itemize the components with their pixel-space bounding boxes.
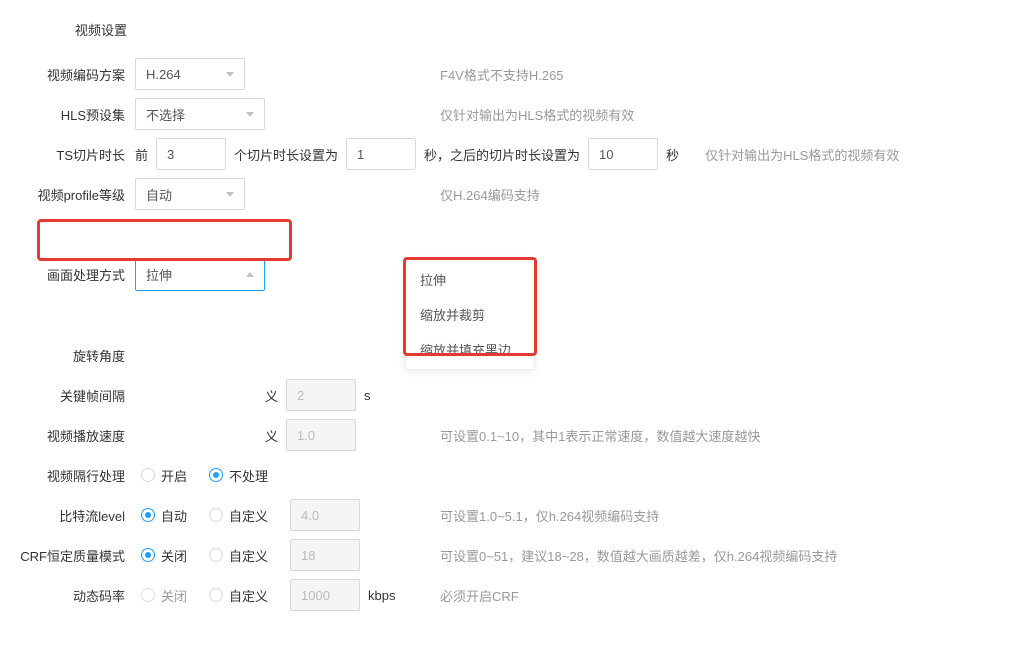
row-speed: 视频播放速度 义 可设置0.1~10，其中1表示正常速度，数值越大速度越快: [0, 416, 1024, 454]
hint-ts: 仅针对输出为HLS格式的视频有效: [705, 145, 899, 164]
select-codec-value: H.264: [146, 67, 181, 82]
chevron-down-icon: [226, 192, 234, 197]
select-screen[interactable]: 拉伸: [135, 259, 265, 291]
row-level: 比特流level 自动 自定义 可设置1.0~5.1，仅h.264视频编码支持: [0, 496, 1024, 534]
radio-label: 自定义: [229, 506, 268, 525]
select-screen-value: 拉伸: [146, 265, 172, 284]
hint-profile: 仅H.264编码支持: [440, 185, 540, 204]
row-screen: 画面处理方式 拉伸 拉伸 缩放并裁剪 缩放并填充黑边: [0, 219, 1024, 330]
ts-t2: 个切片时长设置为: [234, 145, 338, 164]
ts-t3: 秒，之后的切片时长设置为: [424, 145, 580, 164]
hint-crf: 可设置0~51，建议18~28，数值越大画质越差，仅h.264视频编码支持: [440, 546, 837, 565]
hint-level: 可设置1.0~5.1，仅h.264视频编码支持: [440, 506, 659, 525]
row-keyframe: 关键帧间隔 义 s: [0, 376, 1024, 414]
radio-vbr-custom[interactable]: 自定义: [209, 586, 268, 605]
ts-input-3[interactable]: [588, 138, 658, 170]
label-screen: 画面处理方式: [0, 265, 135, 284]
chevron-up-icon: [246, 272, 254, 277]
radio-label: 自动: [161, 506, 187, 525]
speed-input[interactable]: [286, 419, 356, 451]
crf-input[interactable]: [290, 539, 360, 571]
label-interlace: 视频隔行处理: [0, 466, 135, 485]
hint-vbr: 必须开启CRF: [440, 586, 519, 605]
select-profile[interactable]: 自动: [135, 178, 245, 210]
label-speed: 视频播放速度: [0, 426, 135, 445]
radio-label: 关闭: [161, 546, 187, 565]
label-rotate: 旋转角度: [0, 346, 135, 365]
vbr-input[interactable]: [290, 579, 360, 611]
radio-crf-off[interactable]: 关闭: [141, 546, 187, 565]
label-ts: TS切片时长: [0, 145, 135, 164]
hint-codec: F4V格式不支持H.265: [440, 65, 564, 84]
keyframe-input[interactable]: [286, 379, 356, 411]
vbr-unit: kbps: [368, 588, 395, 603]
radio-level-auto[interactable]: 自动: [141, 506, 187, 525]
radio-level-custom[interactable]: 自定义: [209, 506, 268, 525]
option-pad[interactable]: 缩放并填充黑边: [406, 332, 534, 367]
radio-interlace-on[interactable]: 开启: [141, 466, 187, 485]
hint-speed: 可设置0.1~10，其中1表示正常速度，数值越大速度越快: [440, 426, 760, 445]
row-crf: CRF恒定质量模式 关闭 自定义 可设置0~51，建议18~28，数值越大画质越…: [0, 536, 1024, 574]
radio-vbr-off[interactable]: 关闭: [141, 586, 187, 605]
ts-t4: 秒: [666, 145, 679, 164]
radio-label: 自定义: [229, 586, 268, 605]
row-hls: HLS预设集 不选择 仅针对输出为HLS格式的视频有效: [0, 95, 1024, 133]
radio-label: 不处理: [229, 466, 268, 485]
row-profile: 视频profile等级 自动 仅H.264编码支持: [0, 175, 1024, 213]
keyframe-unit: s: [364, 388, 371, 403]
select-hls[interactable]: 不选择: [135, 98, 265, 130]
speed-custom-tail: 义: [265, 426, 278, 445]
dropdown-screen: 拉伸 缩放并裁剪 缩放并填充黑边: [405, 259, 535, 370]
highlight-box-1: [37, 219, 292, 261]
select-hls-value: 不选择: [146, 105, 185, 124]
label-crf: CRF恒定质量模式: [0, 546, 135, 565]
hint-hls: 仅针对输出为HLS格式的视频有效: [440, 105, 634, 124]
label-codec: 视频编码方案: [0, 65, 135, 84]
row-ts: TS切片时长 前 个切片时长设置为 秒，之后的切片时长设置为 秒 仅针对输出为H…: [0, 135, 1024, 173]
row-interlace: 视频隔行处理 开启 不处理: [0, 456, 1024, 494]
label-vbr: 动态码率: [0, 586, 135, 605]
select-codec[interactable]: H.264: [135, 58, 245, 90]
keyframe-custom-tail: 义: [265, 386, 278, 405]
option-crop[interactable]: 缩放并裁剪: [406, 297, 534, 332]
option-stretch[interactable]: 拉伸: [406, 262, 534, 297]
radio-label: 自定义: [229, 546, 268, 565]
ts-input-1[interactable]: [156, 138, 226, 170]
label-hls: HLS预设集: [0, 105, 135, 124]
label-level: 比特流level: [0, 506, 135, 525]
ts-t1: 前: [135, 145, 148, 164]
label-profile: 视频profile等级: [0, 185, 135, 204]
radio-interlace-off[interactable]: 不处理: [209, 466, 268, 485]
chevron-down-icon: [246, 112, 254, 117]
select-profile-value: 自动: [146, 185, 172, 204]
radio-label: 关闭: [161, 586, 187, 605]
level-input[interactable]: [290, 499, 360, 531]
ts-input-2[interactable]: [346, 138, 416, 170]
radio-label: 开启: [161, 466, 187, 485]
label-keyframe: 关键帧间隔: [0, 386, 135, 405]
row-vbr: 动态码率 关闭 自定义 kbps 必须开启CRF: [0, 576, 1024, 614]
radio-crf-custom[interactable]: 自定义: [209, 546, 268, 565]
chevron-down-icon: [226, 72, 234, 77]
row-codec: 视频编码方案 H.264 F4V格式不支持H.265: [0, 55, 1024, 93]
section-title: 视频设置: [75, 20, 1024, 39]
